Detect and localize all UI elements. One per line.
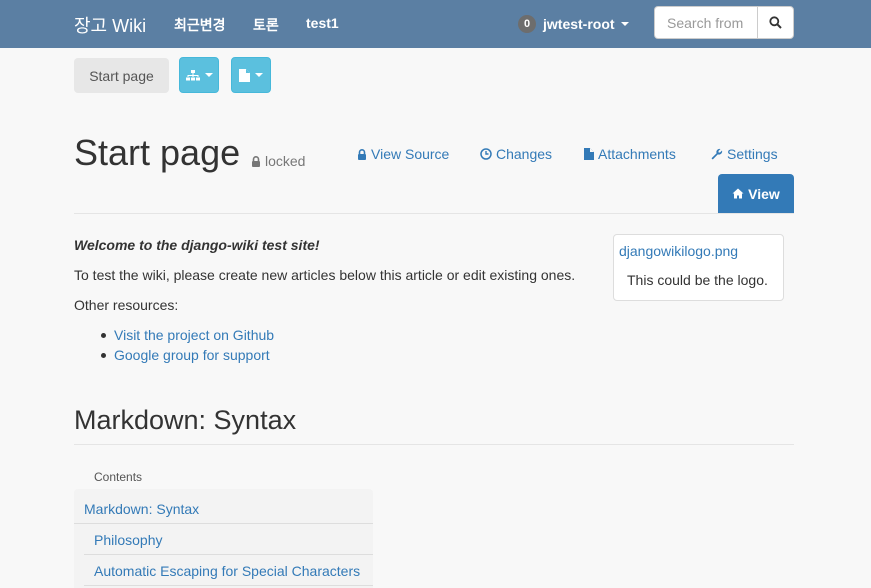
lock-icon — [358, 148, 366, 160]
start-page-button[interactable]: Start page — [74, 58, 169, 93]
list-item: Visit the project on Github — [101, 327, 274, 343]
page-title: Start page — [74, 132, 241, 173]
clock-icon — [480, 148, 492, 160]
user-menu[interactable]: 0 jwtest-root — [518, 14, 629, 34]
caret-down-icon — [255, 73, 263, 77]
caret-down-icon — [204, 73, 213, 77]
view-label: View — [748, 185, 780, 202]
nav-recent-changes[interactable]: 최근변경 — [174, 15, 226, 35]
bullet-icon — [101, 352, 106, 358]
document-icon — [239, 68, 250, 82]
logo-figure: djangowikilogo.png This could be the log… — [613, 234, 784, 301]
search-icon — [769, 16, 782, 29]
locked-indicator: locked — [251, 153, 305, 169]
tab-attachments[interactable]: Attachments — [584, 146, 676, 162]
github-link[interactable]: Visit the project on Github — [114, 327, 274, 343]
intro-paragraph: To test the wiki, please create new arti… — [74, 267, 576, 283]
header-divider — [74, 213, 794, 214]
tab-label: View Source — [371, 146, 450, 162]
toc-label: Contents — [94, 470, 143, 484]
home-icon — [732, 188, 744, 199]
wrench-icon — [711, 148, 723, 160]
nav-discussion[interactable]: 토론 — [253, 15, 279, 35]
resources-label: Other resources: — [74, 297, 179, 313]
toc-item-philosophy[interactable]: Philosophy — [94, 532, 163, 548]
sitemap-icon — [185, 69, 200, 80]
caret-down-icon — [620, 22, 629, 26]
table-of-contents: Markdown: Syntax Philosophy Automatic Es… — [74, 489, 373, 588]
sitemap-dropdown-button[interactable] — [179, 57, 219, 93]
search-input[interactable] — [654, 6, 758, 39]
nav-test1[interactable]: test1 — [306, 15, 339, 31]
top-navbar: 장고 Wiki 최근변경 토론 test1 0 jwtest-root — [0, 0, 871, 48]
tab-settings[interactable]: Settings — [711, 146, 778, 162]
toc-divider — [74, 523, 373, 524]
section-heading: Markdown: Syntax — [74, 405, 297, 435]
list-item: Google group for support — [101, 347, 270, 363]
file-icon — [584, 148, 594, 160]
section-divider — [74, 444, 794, 445]
view-tab-button[interactable]: View — [718, 174, 794, 213]
toc-item-markdown-syntax[interactable]: Markdown: Syntax — [84, 501, 199, 517]
notification-badge: 0 — [518, 15, 536, 33]
toc-divider — [84, 585, 373, 586]
tab-label: Settings — [727, 146, 778, 162]
lock-icon — [252, 155, 260, 167]
tab-label: Attachments — [598, 146, 676, 162]
bullet-icon — [101, 332, 106, 338]
tab-view-source[interactable]: View Source — [357, 146, 449, 162]
figure-file-link[interactable]: djangowikilogo.png — [619, 243, 738, 259]
page-dropdown-button[interactable] — [231, 57, 271, 93]
toc-divider — [84, 554, 373, 555]
locked-label: locked — [265, 153, 306, 169]
tab-changes[interactable]: Changes — [480, 146, 552, 162]
brand-link[interactable]: 장고 Wiki — [74, 12, 146, 38]
welcome-text: Welcome to the django-wiki test site! — [74, 237, 320, 253]
google-group-link[interactable]: Google group for support — [114, 347, 270, 363]
figure-caption: This could be the logo. — [627, 272, 768, 288]
username: jwtest-root — [543, 16, 615, 32]
toc-item-automatic-escaping[interactable]: Automatic Escaping for Special Character… — [94, 563, 360, 579]
tab-label: Changes — [496, 146, 553, 162]
search-button[interactable] — [757, 6, 794, 39]
